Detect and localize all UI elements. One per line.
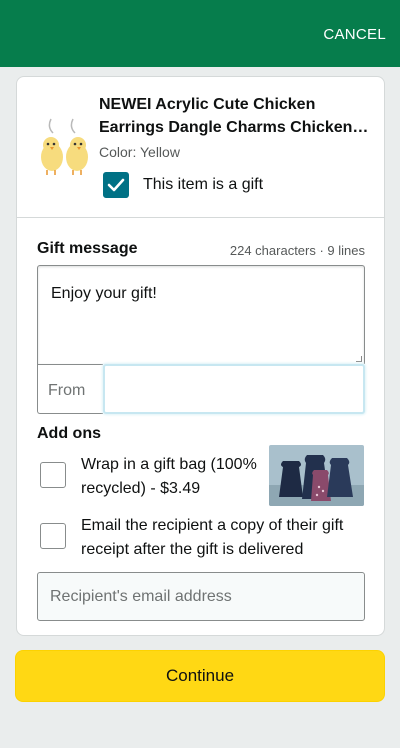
gift-message-text: Enjoy your gift! bbox=[51, 285, 157, 302]
gift-message-label: Gift message bbox=[37, 240, 138, 257]
product-title-line1: NEWEI Acrylic Cute Chicken bbox=[99, 96, 316, 113]
product-color: Color: Yellow bbox=[99, 144, 180, 160]
product-title-line2: Earrings Dangle Charms Chicken Earrings bbox=[99, 119, 369, 136]
checkmark-icon bbox=[107, 178, 125, 192]
product-image bbox=[37, 115, 97, 185]
from-label: From bbox=[37, 364, 103, 414]
gift-bag-label[interactable]: Wrap in a gift bag (100% recycled) - $3.… bbox=[81, 453, 271, 501]
cancel-button[interactable]: CANCEL bbox=[323, 26, 386, 43]
from-input[interactable] bbox=[103, 364, 365, 414]
addons-heading: Add ons bbox=[37, 425, 101, 442]
gift-bag-checkbox[interactable] bbox=[40, 462, 66, 488]
gift-checkbox[interactable] bbox=[103, 172, 129, 198]
email-receipt-label[interactable]: Email the recipient a copy of their gift… bbox=[81, 514, 371, 562]
gift-options-card: NEWEI Acrylic Cute Chicken Earrings Dang… bbox=[16, 76, 385, 636]
gift-message-textarea[interactable]: Enjoy your gift! bbox=[37, 265, 365, 364]
top-bar: CANCEL bbox=[0, 0, 400, 67]
recipient-email-input[interactable]: Recipient's email address bbox=[37, 572, 365, 621]
gift-checkbox-label[interactable]: This item is a gift bbox=[143, 176, 263, 194]
email-receipt-checkbox[interactable] bbox=[40, 523, 66, 549]
gift-bags-image bbox=[269, 445, 364, 506]
resize-handle-icon[interactable] bbox=[356, 356, 362, 362]
continue-button[interactable]: Continue bbox=[15, 650, 385, 702]
product-title: NEWEI Acrylic Cute Chicken Earrings Dang… bbox=[99, 93, 369, 139]
product-summary: NEWEI Acrylic Cute Chicken Earrings Dang… bbox=[17, 77, 384, 218]
from-row: From bbox=[37, 364, 365, 414]
gift-message-counter: 224 characters · 9 lines bbox=[229, 243, 365, 258]
